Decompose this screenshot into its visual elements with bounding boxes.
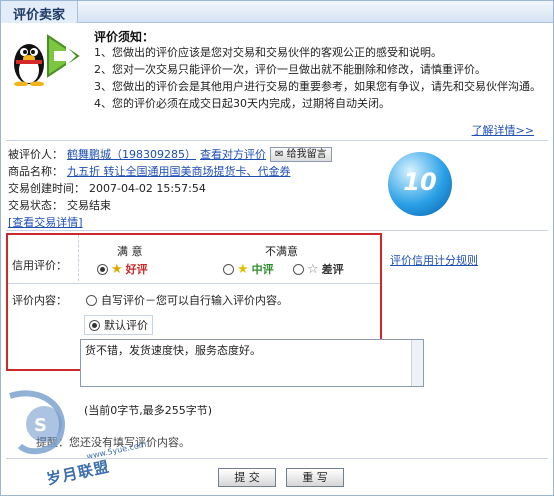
status-row: 交易状态： 交易结束 [8, 197, 408, 214]
created-value: 2007-04-02 15:57:54 [89, 182, 206, 195]
badge-text: 10 [403, 168, 437, 196]
mid-rating-option[interactable]: ★ 中评 [223, 261, 274, 277]
detail-row: [查看交易详情] [8, 214, 408, 231]
credit-rules-link[interactable]: 评价信用计分规则 [390, 252, 478, 268]
gold-star-icon: ★ [111, 261, 123, 277]
bad-rating-radio[interactable] [293, 263, 304, 275]
notice-title: 评价须知： [94, 30, 155, 44]
created-row: 交易创建时间： 2007-04-02 15:57:54 [8, 180, 408, 197]
content-label: 评价内容： [12, 294, 67, 307]
trade-info: 被评价人： 鹤舞鹏城（198309285） 查看对方评价 ✉ 给我留言 商品名称… [8, 146, 408, 231]
notice-line: 1、您做出的评价应该是您对交易和交易伙伴的客观公正的感受和说明。 [94, 46, 442, 59]
review-text: 货不错，发货速度快，服务态度好。 [85, 344, 261, 357]
textarea-scrollbar[interactable] [411, 340, 423, 386]
yellow-star-icon: ★ [237, 261, 249, 277]
learn-more-link[interactable]: 了解详情>> [472, 122, 534, 138]
divider [6, 230, 548, 231]
leave-message-button[interactable]: ✉ 给我留言 [270, 147, 332, 162]
good-rating-option[interactable]: ★ 好评 [97, 261, 148, 277]
view-trade-detail-link[interactable]: [查看交易详情] [8, 214, 83, 231]
status-label: 交易状态： [8, 199, 63, 212]
bad-rating-option[interactable]: ☆ 差评 [293, 261, 344, 277]
self-write-option[interactable]: 自写评价－您可以自行输入评价内容。 [86, 292, 288, 308]
credit-rating-label: 信用评价： [12, 259, 67, 272]
self-write-label: 自写评价－您可以自行输入评价内容。 [101, 294, 288, 307]
review-textarea[interactable]: 货不错，发货速度快，服务态度好。 [80, 339, 424, 387]
bad-rating-label: 差评 [321, 263, 344, 276]
unsatisfied-heading: 不满意 [265, 245, 298, 258]
notice-lines: 1、您做出的评价应该是您对交易和交易伙伴的客观公正的感受和说明。 2、您对一次交… [94, 44, 541, 112]
view-other-ratings-link[interactable]: 查看对方评价 [200, 146, 266, 163]
divider [8, 283, 380, 284]
grey-star-icon: ☆ [307, 261, 319, 277]
item-label: 商品名称： [8, 165, 63, 178]
notice-line: 3、您做出的评价会是其他用户进行交易的重要参考，如果您有争议，请先和交易伙伴沟通… [94, 80, 541, 93]
title-bar: 评价卖家 [1, 1, 553, 23]
good-rating-label: 好评 [125, 263, 148, 276]
default-rating-radio[interactable] [89, 319, 100, 331]
svg-text:S: S [34, 415, 47, 436]
ratee-row: 被评价人： 鹤舞鹏城（198309285） 查看对方评价 ✉ 给我留言 [8, 146, 408, 163]
credit-rating-options: 满 意 不满意 ★ 好评 ★ 中评 ☆ 差评 [78, 235, 378, 281]
chat-icon: ✉ [275, 149, 284, 160]
window-title: 评价卖家 [1, 1, 79, 23]
submit-button[interactable]: 提 交 [218, 468, 276, 487]
satisfied-heading: 满 意 [117, 245, 143, 258]
divider [6, 458, 548, 459]
good-rating-radio[interactable] [97, 263, 108, 275]
created-label: 交易创建时间： [8, 182, 85, 195]
ratee-label: 被评价人： [8, 148, 63, 161]
item-name-link[interactable]: 九五折 转让全国通用国美商场提货卡、代金券 [67, 163, 291, 180]
notice-section: 评价须知： 1、您做出的评价应该是您对交易和交易伙伴的客观公正的感受和说明。 2… [8, 28, 544, 138]
mid-rating-label: 中评 [251, 263, 274, 276]
mid-rating-radio[interactable] [223, 263, 234, 275]
qq-badge-icon: 10 [388, 152, 452, 216]
divider [6, 140, 548, 141]
self-write-radio[interactable] [86, 294, 97, 306]
status-value: 交易结束 [67, 199, 111, 212]
notice-line: 4、您的评价必须在成交日起30天内完成，过期将自动关闭。 [94, 97, 390, 110]
ratee-name-link[interactable]: 鹤舞鹏城（198309285） [67, 146, 196, 163]
reset-button[interactable]: 重 写 [286, 468, 344, 487]
notice-line: 2、您对一次交易只能评价一次，评价一旦做出就不能删除和修改，请慎重评价。 [94, 63, 486, 76]
item-row: 商品名称： 九五折 转让全国通用国美商场提货卡、代金券 [8, 163, 408, 180]
default-rating-option[interactable]: 默认评价 [84, 315, 153, 335]
leave-message-label: 给我留言 [286, 149, 327, 160]
default-rating-label: 默认评价 [104, 319, 148, 332]
